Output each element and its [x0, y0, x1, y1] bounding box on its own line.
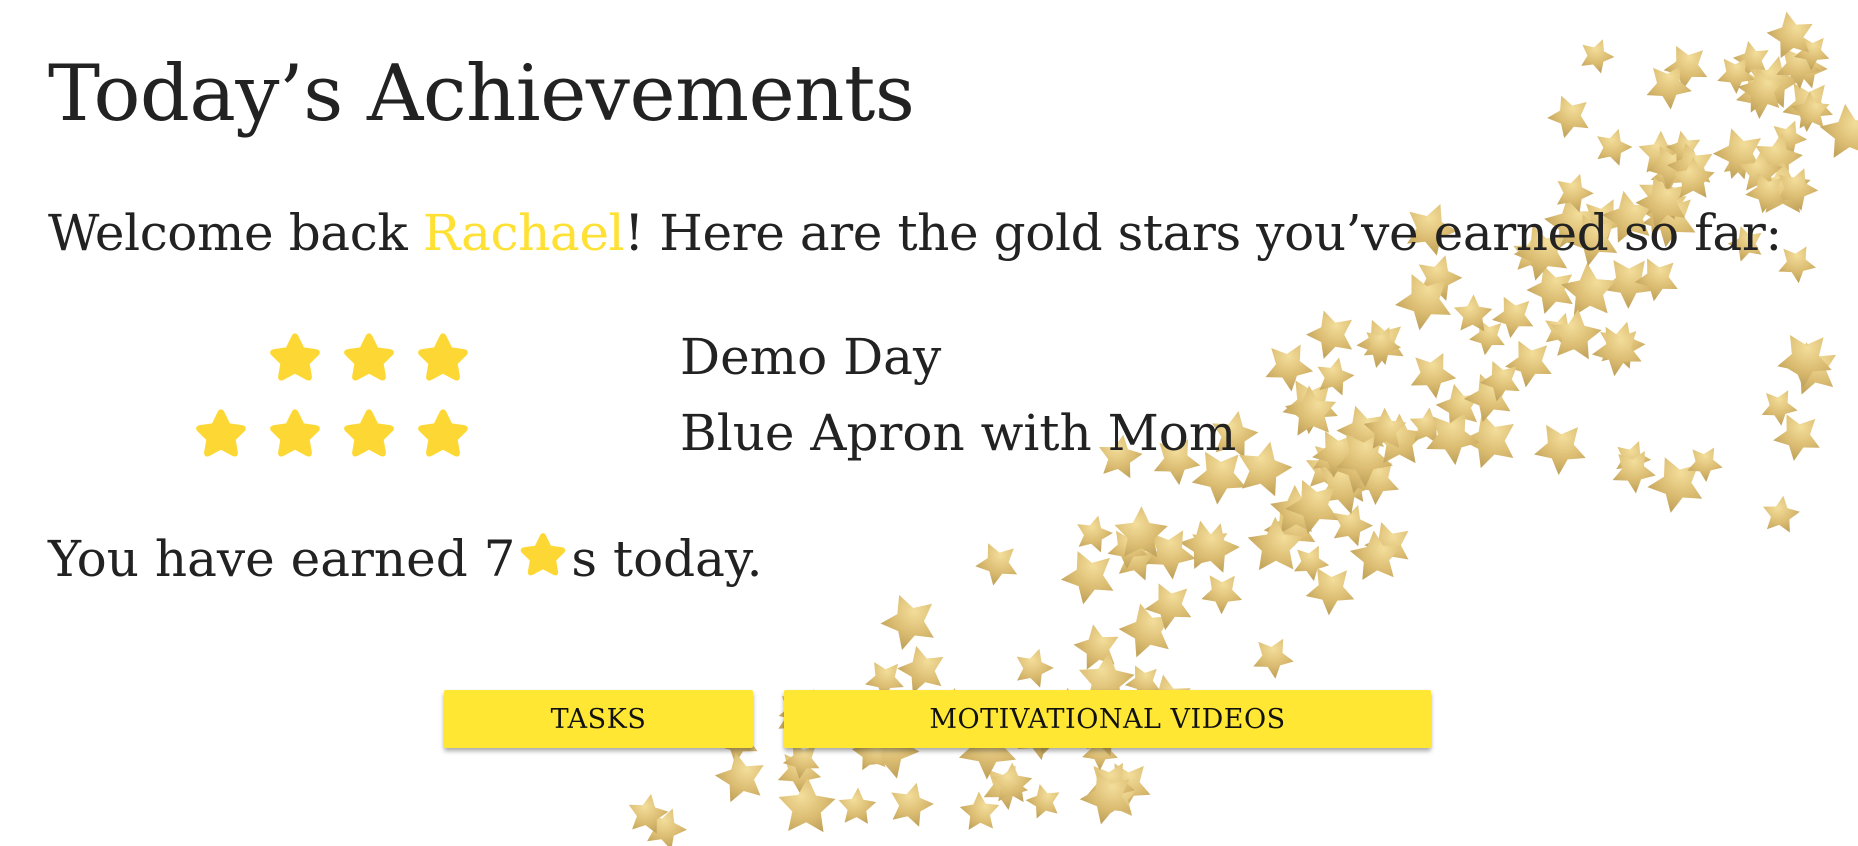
welcome-suffix: ! Here are the gold stars you’ve earned … — [624, 204, 1782, 262]
user-name: Rachael — [422, 204, 625, 262]
achievement-row: Blue Apron with Mom — [0, 398, 1400, 468]
star-icon — [344, 409, 394, 457]
page-title: Today’s Achievements — [48, 49, 915, 139]
achievement-row: Demo Day — [0, 322, 1400, 392]
achievement-label: Blue Apron with Mom — [680, 404, 1237, 462]
achievement-stars — [191, 406, 473, 466]
stars-earned-summary: You have earned 7 s today. — [48, 525, 763, 593]
achievement-label: Demo Day — [680, 328, 942, 386]
welcome-prefix: Welcome back — [48, 204, 423, 262]
achievement-stars — [265, 330, 473, 390]
achievements-page: Today’s Achievements Welcome back Rachae… — [0, 0, 1858, 846]
star-icon — [418, 333, 468, 381]
summary-prefix: You have earned 7 — [48, 530, 516, 588]
star-icon — [418, 409, 468, 457]
star-icon — [196, 409, 246, 457]
summary-suffix: s today. — [571, 530, 763, 588]
tasks-button[interactable]: TASKS — [444, 690, 753, 748]
star-icon — [270, 333, 320, 381]
star-icon — [517, 531, 569, 583]
star-icon — [344, 333, 394, 381]
star-icon — [270, 409, 320, 457]
motivational-videos-button[interactable]: MOTIVATIONAL VIDEOS — [784, 690, 1431, 748]
welcome-message: Welcome back Rachael! Here are the gold … — [48, 200, 1782, 266]
